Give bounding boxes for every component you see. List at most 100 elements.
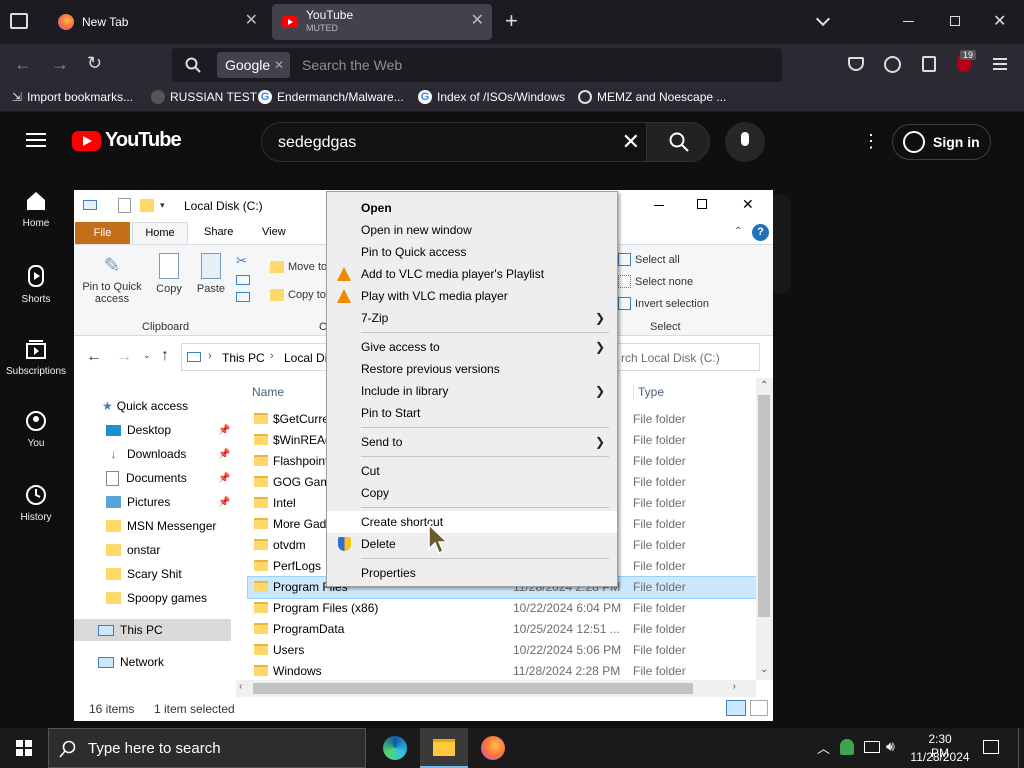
breadcrumb-this-pc[interactable]: This PC <box>222 351 265 365</box>
bookmark-item[interactable]: MEMZ and Noescape ... <box>578 90 726 104</box>
select-all-button[interactable]: Select all <box>618 253 680 266</box>
close-window-button[interactable]: ✕ <box>742 196 754 213</box>
url-bar[interactable]: Google ✕ Search the Web <box>172 48 782 82</box>
youtube-search-input[interactable]: sedegdgas <box>278 134 356 152</box>
tab-youtube[interactable]: YouTube MUTED ✕ <box>272 4 492 40</box>
extensions-icon[interactable] <box>922 56 936 72</box>
taskbar-search-input[interactable]: Type here to search <box>88 740 221 757</box>
chevron-down-icon[interactable]: ▾ <box>160 200 165 211</box>
bookmark-item[interactable]: G Index of /ISOs/Windows <box>418 90 565 104</box>
user-icon[interactable] <box>840 739 854 755</box>
clear-icon[interactable]: ✕ <box>622 129 640 155</box>
recent-locations-icon[interactable]: ⌄ <box>143 350 151 361</box>
youtube-search-button[interactable] <box>646 122 710 162</box>
new-tab-button[interactable]: + <box>505 10 518 32</box>
taskbar-search-box[interactable]: Type here to search <box>48 728 366 768</box>
table-row[interactable]: ProgramData 10/25/2024 12:51 ... File fold… <box>248 619 756 640</box>
tab-view[interactable]: View <box>262 226 286 238</box>
reload-icon[interactable]: ↻ <box>87 53 102 74</box>
url-input[interactable]: Search the Web <box>302 57 402 73</box>
start-button[interactable] <box>0 728 48 768</box>
scrollbar-thumb[interactable] <box>253 683 693 694</box>
chevron-up-icon[interactable]: ⌃ <box>734 226 742 237</box>
restore-button[interactable] <box>950 16 960 26</box>
menu-item-create-shortcut[interactable]: Create shortcut <box>327 511 617 533</box>
nav-quick-access[interactable]: ★ Quick access <box>102 395 188 417</box>
table-row[interactable]: Windows 11/28/2024 2:28 PM File folder <box>248 661 756 682</box>
more-options-icon[interactable]: ⋮ <box>862 132 880 150</box>
menu-item-open[interactable]: Open <box>327 197 617 219</box>
edge-icon[interactable] <box>383 736 407 760</box>
nav-item-network[interactable]: Network <box>98 651 164 673</box>
address-bar[interactable]: › This PC › Local Di <box>181 343 331 371</box>
large-icons-view-icon[interactable] <box>750 700 768 716</box>
nav-item-spoopy-games[interactable]: Spoopy games <box>106 587 207 609</box>
volume-icon[interactable]: 🔊︎ <box>886 738 895 755</box>
scroll-left-icon[interactable]: ‹ <box>239 681 242 692</box>
menu-item-give-access-to[interactable]: Give access to ❯ <box>327 336 617 358</box>
up-icon[interactable]: ↑ <box>161 347 169 365</box>
column-header-name[interactable]: Name <box>252 385 284 399</box>
sign-in-button[interactable]: Sign in <box>892 124 991 160</box>
bookmark-item[interactable]: RUSSIAN TEST <box>151 90 257 104</box>
account-icon[interactable] <box>884 56 901 73</box>
help-icon[interactable]: ? <box>752 224 769 241</box>
tab-file[interactable]: File <box>75 222 130 244</box>
chevron-up-icon[interactable]: ︿ <box>817 738 830 757</box>
scroll-right-icon[interactable]: › <box>733 681 736 692</box>
minimize-button[interactable] <box>903 21 914 22</box>
hamburger-menu-icon[interactable] <box>26 133 46 147</box>
maximize-button[interactable] <box>697 199 707 209</box>
tab-share[interactable]: Share <box>204 226 233 238</box>
menu-item-add-to-vlc-media-player-s-playlist[interactable]: Add to VLC media player's Playlist <box>327 263 617 285</box>
search-engine-chip[interactable]: Google ✕ <box>217 52 290 78</box>
nav-item-downloads[interactable]: ↓ Downloads 📌 <box>106 443 231 465</box>
voice-search-button[interactable] <box>725 122 765 162</box>
copy-path-icon[interactable] <box>236 275 250 285</box>
nav-item-onstar[interactable]: onstar <box>106 539 160 561</box>
table-row[interactable]: Users 10/22/2024 5:06 PM File folder <box>248 640 756 661</box>
menu-item-send-to[interactable]: Send to ❯ <box>327 431 617 453</box>
pin-to-quick-access-button[interactable]: ✎ Pin to Quick access <box>80 253 144 305</box>
back-icon[interactable]: ← <box>14 54 32 75</box>
paste-button[interactable]: Paste <box>192 253 230 295</box>
menu-icon[interactable] <box>993 58 1007 70</box>
sidebar-item-home[interactable]: Home <box>0 190 72 229</box>
close-icon[interactable]: ✕ <box>245 12 258 30</box>
sidebar-item-you[interactable]: You <box>0 410 72 449</box>
nav-item-desktop[interactable]: Desktop 📌 <box>106 419 230 441</box>
back-icon[interactable]: ← <box>86 348 102 366</box>
cut-icon[interactable]: ✂ <box>236 253 247 269</box>
nav-item-pictures[interactable]: Pictures 📌 <box>106 491 230 513</box>
close-window-button[interactable]: ✕ <box>993 11 1006 31</box>
clock-date[interactable]: 11/28/2024 <box>910 750 970 764</box>
menu-item-open-in-new-window[interactable]: Open in new window <box>327 219 617 241</box>
tab-home[interactable]: Home <box>132 222 188 245</box>
menu-item-pin-to-quick-access[interactable]: Pin to Quick access <box>327 241 617 263</box>
vertical-scrollbar[interactable]: ⌃ ⌄ <box>756 378 773 680</box>
minimize-button[interactable] <box>654 205 664 206</box>
search-input[interactable]: rch Local Disk (C:) <box>621 351 720 365</box>
scrollbar-thumb[interactable] <box>758 395 770 617</box>
file-explorer-taskbar-button[interactable] <box>420 728 468 768</box>
scroll-up-icon[interactable]: ⌃ <box>760 380 768 391</box>
paste-shortcut-icon[interactable] <box>236 292 250 302</box>
bookmark-item[interactable]: G Endermanch/Malware... <box>258 90 404 104</box>
chevron-down-icon[interactable] <box>815 11 831 27</box>
move-to-button[interactable]: Move to <box>270 261 327 273</box>
scroll-down-icon[interactable]: ⌄ <box>760 664 768 675</box>
breadcrumb-local-disk[interactable]: Local Di <box>284 351 327 365</box>
nav-item-scary-shit[interactable]: Scary Shit <box>106 563 182 585</box>
menu-item-7-zip[interactable]: 7-Zip ❯ <box>327 307 617 329</box>
youtube-search-box[interactable]: sedegdgas ✕ <box>261 122 647 162</box>
menu-item-delete[interactable]: Delete <box>327 533 617 555</box>
sidebar-item-subscriptions[interactable]: Subscriptions <box>0 338 72 377</box>
horizontal-scrollbar[interactable]: ‹ › <box>236 680 756 697</box>
folder-icon[interactable] <box>140 199 154 212</box>
menu-item-properties[interactable]: Properties <box>327 562 617 584</box>
menu-item-restore-previous-versions[interactable]: Restore previous versions <box>327 358 617 380</box>
nav-item-documents[interactable]: Documents 📌 <box>106 467 230 489</box>
close-icon[interactable]: ✕ <box>471 12 484 30</box>
column-header-type[interactable]: Type <box>633 385 664 399</box>
nav-item-msn-messenger[interactable]: MSN Messenger <box>106 515 216 537</box>
